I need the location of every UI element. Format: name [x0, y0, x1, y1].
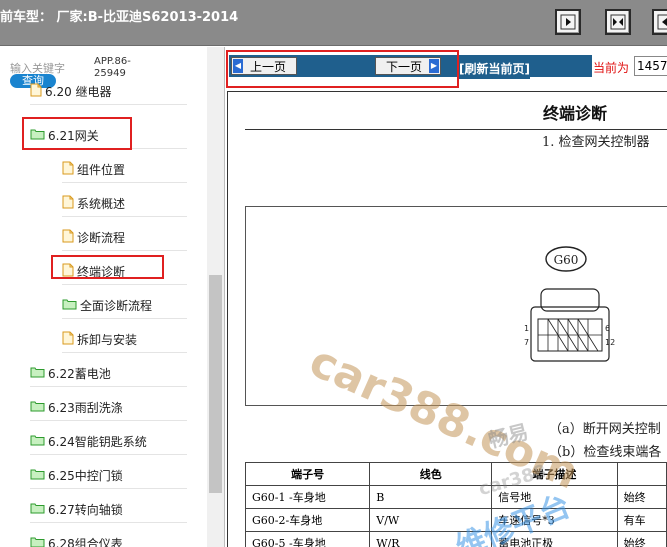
- table-cell: G60-1 -车身地: [244, 485, 371, 509]
- search-value-line1: APP.86-: [94, 56, 131, 67]
- pin-label-1: 1: [524, 324, 529, 333]
- tree-item[interactable]: 6.28组合仪表: [30, 531, 187, 547]
- doc-title: 终端诊断: [543, 104, 608, 123]
- table-cell: W/R: [369, 531, 493, 547]
- collapse-right-button[interactable]: [652, 9, 667, 35]
- title-dot: ·: [233, 10, 237, 21]
- connector-drawing: G60 1 7 6 12: [524, 246, 615, 362]
- document-icon: [62, 331, 74, 348]
- table-header: 端子号: [244, 462, 371, 486]
- highlight-box-terminal-diagnosis: [51, 255, 164, 279]
- highlight-box-gateway: [22, 117, 132, 150]
- tree-item[interactable]: 系统概述: [62, 191, 187, 217]
- tree-item[interactable]: 诊断流程: [62, 225, 187, 251]
- folder-icon: [30, 468, 45, 483]
- table-row: G60-5 -车身地 W/R 蓄电池正极 始终: [244, 531, 667, 547]
- pin-label-12: 12: [605, 338, 615, 347]
- table-cell: G60-2-车身地: [244, 508, 371, 532]
- current-page-label: 当前为: [593, 61, 630, 75]
- tree-item-label: 6.20 继电器: [45, 85, 112, 99]
- tree-item-label: 诊断流程: [77, 231, 126, 245]
- tree-item[interactable]: 6.24智能钥匙系统: [30, 429, 187, 455]
- tree-item-label: 组件位置: [77, 163, 126, 177]
- table-cell: V/W: [369, 508, 493, 532]
- doc-divider: [245, 129, 667, 130]
- doc-note-b: （b）检查线束端各: [549, 445, 662, 460]
- highlight-box-nav: [226, 50, 459, 88]
- table-header-row: 端子号 线色 端子描述: [244, 462, 667, 486]
- folder-icon: [30, 502, 45, 517]
- doc-note-a: （a）断开网关控制: [549, 422, 661, 437]
- table-cell: 有车: [616, 508, 667, 532]
- arrow-right-icon: [560, 14, 576, 30]
- tree-item[interactable]: 拆卸与安装: [62, 327, 187, 353]
- folder-icon: [30, 434, 45, 449]
- arrow-left-icon: [657, 14, 667, 30]
- tree-item[interactable]: 组件位置: [62, 157, 187, 183]
- tree-item-label: 拆卸与安装: [77, 333, 138, 347]
- terminal-table: 端子号 线色 端子描述 G60-1 -车身地 B 信号地 始终 G60-2-车身地 V/W…: [244, 462, 667, 547]
- tree-item-label: 6.25中控门锁: [48, 469, 123, 483]
- tree-item-label: 6.28组合仪表: [48, 537, 123, 547]
- table-cell: 车速信号*3: [491, 508, 618, 532]
- connector-diagram: G60 1 7 6 12: [245, 206, 667, 406]
- search-input[interactable]: APP.86- 25949: [94, 56, 131, 80]
- table-cell: B: [369, 485, 493, 509]
- connector-label-text: G60: [554, 253, 579, 267]
- table-cell: G60-5 -车身地: [244, 531, 371, 547]
- tree-item-label: 全面诊断流程: [80, 299, 153, 313]
- tree-item-label: 6.22蓄电池: [48, 367, 111, 381]
- top-bar: 前车型： 厂家:B-比亚迪S62013-2014 ·: [0, 0, 667, 46]
- tree-item-label: 6.24智能钥匙系统: [48, 435, 147, 449]
- document-icon: [62, 195, 74, 212]
- pin-label-6: 6: [605, 324, 610, 333]
- table-body: G60-1 -车身地 B 信号地 始终 G60-2-车身地 V/W 车速信号*3 有车 G60-…: [244, 485, 667, 547]
- tree-item[interactable]: 6.22蓄电池: [30, 361, 187, 387]
- expand-both-button[interactable]: [605, 9, 631, 35]
- table-header: 线色: [369, 462, 493, 486]
- collapse-left-button[interactable]: [555, 9, 581, 35]
- tree-item[interactable]: 全面诊断流程: [62, 293, 187, 319]
- table-cell: 蓄电池正极: [491, 531, 618, 547]
- folder-icon: [30, 536, 45, 547]
- tree-item[interactable]: 6.25中控门锁: [30, 463, 187, 489]
- app-window: 前车型： 厂家:B-比亚迪S62013-2014 · 输入关键字 APP.86-…: [0, 0, 667, 547]
- table-cell: 始终: [616, 485, 667, 509]
- folder-icon: [30, 400, 45, 415]
- tree-item-label: 6.27转向轴锁: [48, 503, 123, 517]
- tree-item[interactable]: 6.23雨刮洗涤: [30, 395, 187, 421]
- document-icon: [62, 229, 74, 246]
- table-cell: 信号地: [491, 485, 618, 509]
- doc-step-1: 1. 检查网关控制器: [542, 135, 650, 150]
- document-icon: [30, 83, 42, 100]
- tree-item-label: 系统概述: [77, 197, 126, 211]
- tree-item[interactable]: 6.27转向轴锁: [30, 497, 187, 523]
- tree-item[interactable]: 6.20 继电器: [30, 79, 187, 105]
- pin-label-7: 7: [524, 338, 529, 347]
- scrollbar-thumb[interactable]: [209, 275, 222, 493]
- vehicle-model-title: 前车型： 厂家:B-比亚迪S62013-2014: [0, 10, 239, 25]
- table-header: [616, 462, 667, 486]
- table-row: G60-2-车身地 V/W 车速信号*3 有车: [244, 508, 667, 532]
- table-header: 端子描述: [491, 462, 618, 486]
- table-row: G60-1 -车身地 B 信号地 始终: [244, 485, 667, 509]
- content-pane: ◀ 上一页 下一页 ▶ [刷新当前页] 当前为 1457 终端诊断 1. 检查网…: [226, 47, 667, 547]
- current-page-input[interactable]: 1457: [634, 56, 667, 76]
- folder-icon: [62, 298, 77, 313]
- table-cell: 始终: [616, 531, 667, 547]
- arrows-inward-icon: [610, 14, 626, 30]
- folder-icon: [30, 366, 45, 381]
- tree-item-label: 6.23雨刮洗涤: [48, 401, 123, 415]
- refresh-page-link[interactable]: [刷新当前页]: [459, 58, 530, 79]
- document-icon: [62, 161, 74, 178]
